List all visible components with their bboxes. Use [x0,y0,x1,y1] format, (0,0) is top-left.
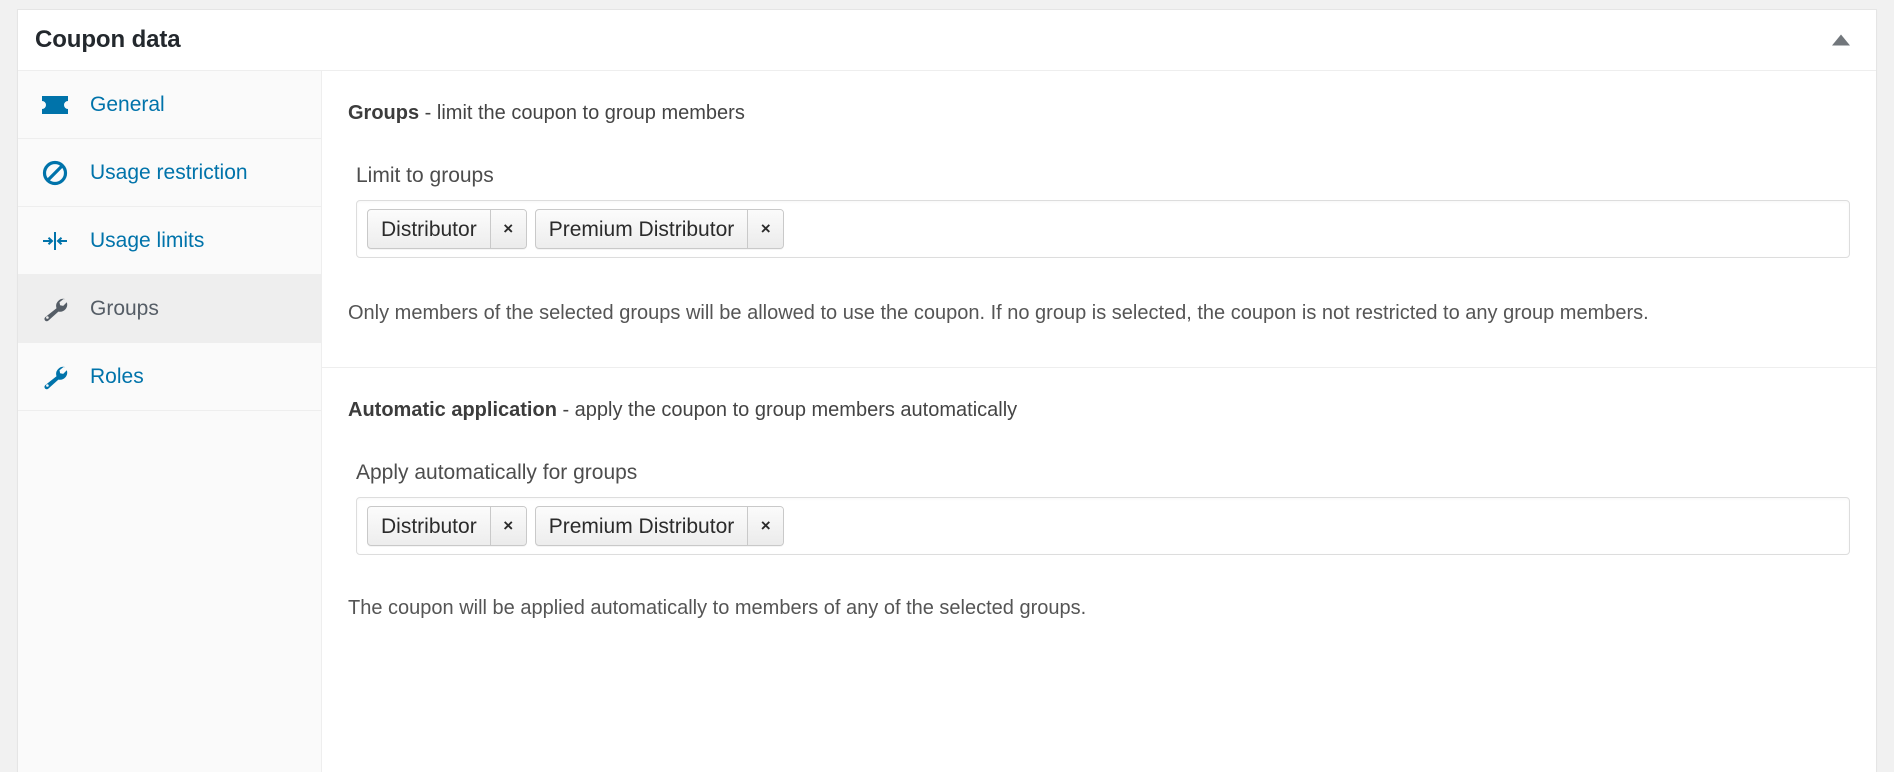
close-icon[interactable]: × [747,210,784,248]
sidebar-item-roles[interactable]: Roles [18,343,321,411]
close-icon[interactable]: × [747,507,784,545]
section-heading-rest: - limit the coupon to group members [419,102,745,124]
section-automatic-application: Automatic application - apply the coupon… [322,367,1876,662]
triangle-up-icon[interactable] [1832,34,1850,46]
page-title: Coupon data [35,26,181,53]
sidebar-item-usage-restriction[interactable]: Usage restriction [18,139,321,207]
token-chip: Distributor × [367,506,527,546]
limit-to-groups-input[interactable]: Distributor × Premium Distributor × [356,200,1850,258]
block-icon [40,160,70,186]
wrench-icon [40,296,70,322]
coupon-data-panel: Coupon data General Usage restriction Us… [17,9,1877,772]
tab-content-groups: Groups - limit the coupon to group membe… [322,71,1876,772]
apply-automatically-label: Apply automatically for groups [356,461,638,484]
apply-automatically-input[interactable]: Distributor × Premium Distributor × [356,497,1850,555]
sidebar-item-label: Groups [90,297,159,320]
limit-to-groups-help: Only members of the selected groups will… [348,302,1649,324]
sidebar-item-label: General [90,93,165,116]
sidebar-item-label: Usage restriction [90,161,248,184]
sidebar-item-groups[interactable]: Groups [18,275,321,343]
sidebar-item-usage-limits[interactable]: Usage limits [18,207,321,275]
apply-automatically-help: The coupon will be applied automatically… [348,597,1087,619]
token-chip-label: Distributor [381,217,477,241]
limit-to-groups-label: Limit to groups [356,164,494,187]
screen-root: Coupon data General Usage restriction Us… [0,0,1894,772]
section-heading: Automatic application - apply the coupon… [348,398,1850,422]
token-chip: Premium Distributor × [534,209,785,249]
sidebar-item-general[interactable]: General [18,71,321,139]
ticket-icon [40,95,70,114]
coupon-tabs: General Usage restriction Usage limits G… [18,71,322,772]
section-heading-strong: Automatic application [348,399,557,421]
token-chip-label: Premium Distributor [548,514,735,538]
section-groups: Groups - limit the coupon to group membe… [322,71,1876,367]
section-heading-strong: Groups [348,102,420,124]
token-chip: Distributor × [367,209,527,249]
panel-body: General Usage restriction Usage limits G… [18,71,1876,772]
close-icon[interactable]: × [489,210,526,248]
section-heading: Groups - limit the coupon to group membe… [348,101,1850,125]
sidebar-item-label: Roles [90,365,144,388]
token-chip: Premium Distributor × [534,506,785,546]
limits-icon [40,230,70,252]
panel-header: Coupon data [18,10,1876,71]
close-icon[interactable]: × [489,507,526,545]
token-chip-label: Premium Distributor [548,217,735,241]
sidebar-item-label: Usage limits [90,229,205,252]
token-chip-label: Distributor [381,514,477,538]
section-heading-rest: - apply the coupon to group members auto… [556,399,1018,421]
wrench-icon [40,364,70,390]
